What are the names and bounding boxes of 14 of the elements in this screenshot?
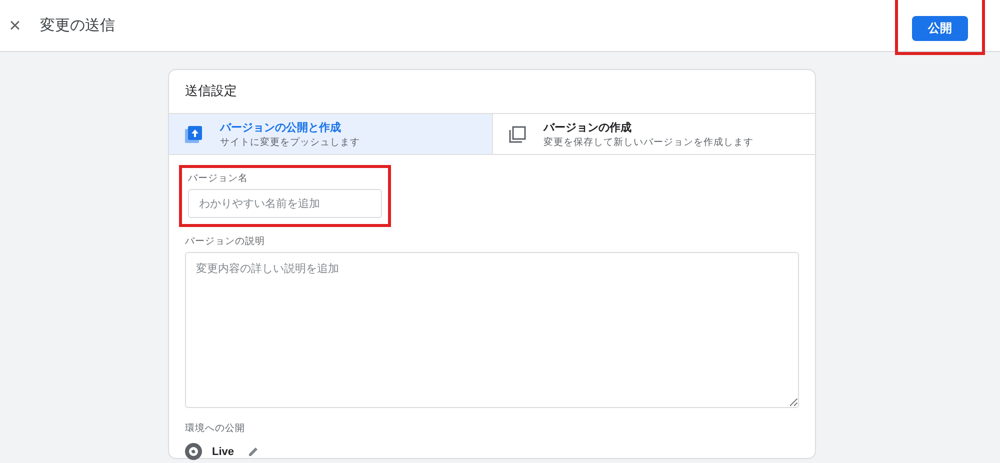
environment-name: Live bbox=[212, 446, 234, 458]
copy-icon bbox=[508, 126, 526, 142]
close-icon[interactable]: × bbox=[8, 16, 22, 36]
mode-tab[interactable]: バージョンの作成 変更を保存して新しいバージョンを作成します bbox=[492, 114, 815, 154]
pencil-icon[interactable] bbox=[248, 446, 260, 457]
page-title: 変更の送信 bbox=[40, 16, 116, 35]
mode-tab[interactable]: バージョンの公開と作成 サイトに変更をプッシュします bbox=[169, 114, 492, 154]
section-label: 環境への公開 bbox=[185, 422, 246, 435]
field-label: バージョン名 bbox=[188, 172, 249, 185]
publish-button[interactable]: 公開 bbox=[912, 16, 968, 41]
version-name-field[interactable]: わかりやすい名前を追加 bbox=[188, 189, 382, 218]
field-label: バージョンの説明 bbox=[185, 235, 266, 248]
description-field[interactable]: 変更内容の詳しい説明を追加 bbox=[185, 252, 799, 408]
upload-icon bbox=[185, 126, 202, 142]
